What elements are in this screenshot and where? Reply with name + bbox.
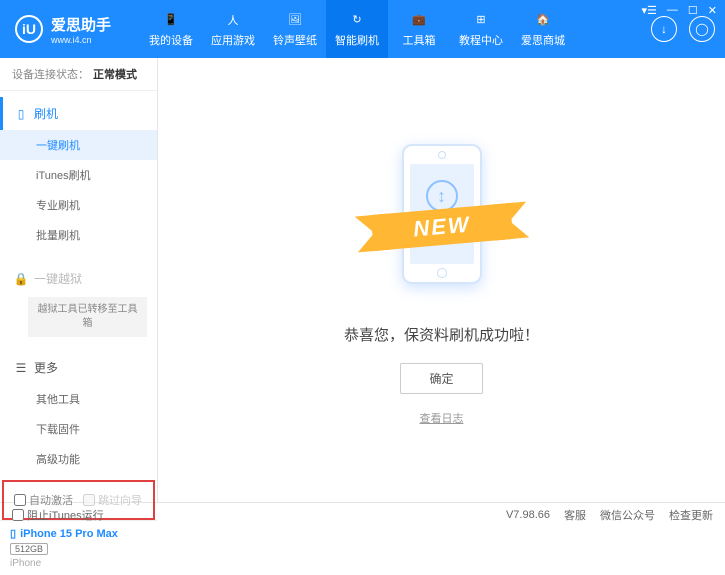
- sidebar-section-more[interactable]: ☰ 更多: [0, 351, 157, 384]
- logo: iU 爱思助手 www.i4.cn: [0, 14, 140, 45]
- download-icon[interactable]: ↓: [651, 16, 677, 42]
- nav-ringtone-wallpaper[interactable]: 🖼铃声壁纸: [264, 0, 326, 58]
- nav-store[interactable]: 🏠爱思商城: [512, 0, 574, 58]
- checkbox-block-itunes[interactable]: 阻止iTunes运行: [12, 507, 104, 523]
- logo-icon: iU: [15, 15, 43, 43]
- jailbreak-note: 越狱工具已转移至工具箱: [28, 297, 147, 337]
- app-header: ▾☰ — ☐ ✕ iU 爱思助手 www.i4.cn 📱我的设备 人应用游戏 🖼…: [0, 0, 725, 58]
- sidebar: 设备连接状态：正常模式 ▯ 刷机 一键刷机 iTunes刷机 专业刷机 批量刷机…: [0, 58, 158, 502]
- sidebar-item-oneclick-flash[interactable]: 一键刷机: [0, 130, 157, 160]
- phone-tiny-icon: ▯: [10, 527, 16, 540]
- version-label: V7.98.66: [506, 509, 550, 521]
- device-info: ▯ iPhone 15 Pro Max 512GB iPhone: [0, 520, 157, 575]
- sidebar-item-download-firmware[interactable]: 下载固件: [0, 414, 157, 444]
- user-icon[interactable]: ◯: [689, 16, 715, 42]
- success-illustration: ↕ NEW: [342, 134, 542, 304]
- footer-link-update[interactable]: 检查更新: [669, 507, 713, 523]
- nav-smart-flash[interactable]: ↻智能刷机: [326, 0, 388, 58]
- logo-subtitle: www.i4.cn: [51, 35, 111, 45]
- app-icon: 人: [223, 11, 243, 29]
- nav-tutorials[interactable]: ⊞教程中心: [450, 0, 512, 58]
- main-nav: 📱我的设备 人应用游戏 🖼铃声壁纸 ↻智能刷机 💼工具箱 ⊞教程中心 🏠爱思商城: [140, 0, 574, 58]
- new-ribbon: NEW: [412, 212, 471, 243]
- sidebar-section-flash[interactable]: ▯ 刷机: [0, 97, 157, 130]
- phone-icon: 📱: [161, 11, 181, 29]
- sidebar-item-itunes-flash[interactable]: iTunes刷机: [0, 160, 157, 190]
- nav-apps-games[interactable]: 人应用游戏: [202, 0, 264, 58]
- device-name[interactable]: ▯ iPhone 15 Pro Max: [10, 527, 147, 540]
- device-storage-badge: 512GB: [10, 543, 48, 555]
- footer-link-support[interactable]: 客服: [564, 507, 586, 523]
- flash-icon: ↻: [347, 11, 367, 29]
- view-log-link[interactable]: 查看日志: [420, 410, 464, 426]
- main-content: ↕ NEW 恭喜您，保资料刷机成功啦！ 确定 查看日志: [158, 58, 725, 502]
- store-icon: 🏠: [533, 11, 553, 29]
- menu-lines-icon: ☰: [14, 361, 28, 375]
- sidebar-section-jailbreak: 🔒 一键越狱: [0, 262, 157, 295]
- checkbox-skip-guide[interactable]: 跳过向导: [83, 492, 142, 508]
- ok-button[interactable]: 确定: [400, 363, 482, 394]
- nav-toolbox[interactable]: 💼工具箱: [388, 0, 450, 58]
- checkbox-auto-activate[interactable]: 自动激活: [14, 492, 73, 508]
- book-icon: ⊞: [471, 11, 491, 29]
- lock-icon: 🔒: [14, 272, 28, 286]
- logo-title: 爱思助手: [51, 14, 111, 35]
- sidebar-item-other-tools[interactable]: 其他工具: [0, 384, 157, 414]
- sidebar-item-batch-flash[interactable]: 批量刷机: [0, 220, 157, 250]
- sidebar-item-advanced[interactable]: 高级功能: [0, 444, 157, 474]
- success-message: 恭喜您，保资料刷机成功啦！: [344, 324, 539, 345]
- toolbox-icon: 💼: [409, 11, 429, 29]
- connection-status: 设备连接状态：正常模式: [0, 58, 157, 91]
- image-icon: 🖼: [285, 11, 305, 29]
- phone-small-icon: ▯: [14, 107, 28, 121]
- footer-link-wechat[interactable]: 微信公众号: [600, 507, 655, 523]
- nav-my-device[interactable]: 📱我的设备: [140, 0, 202, 58]
- device-type: iPhone: [10, 558, 147, 569]
- sidebar-item-pro-flash[interactable]: 专业刷机: [0, 190, 157, 220]
